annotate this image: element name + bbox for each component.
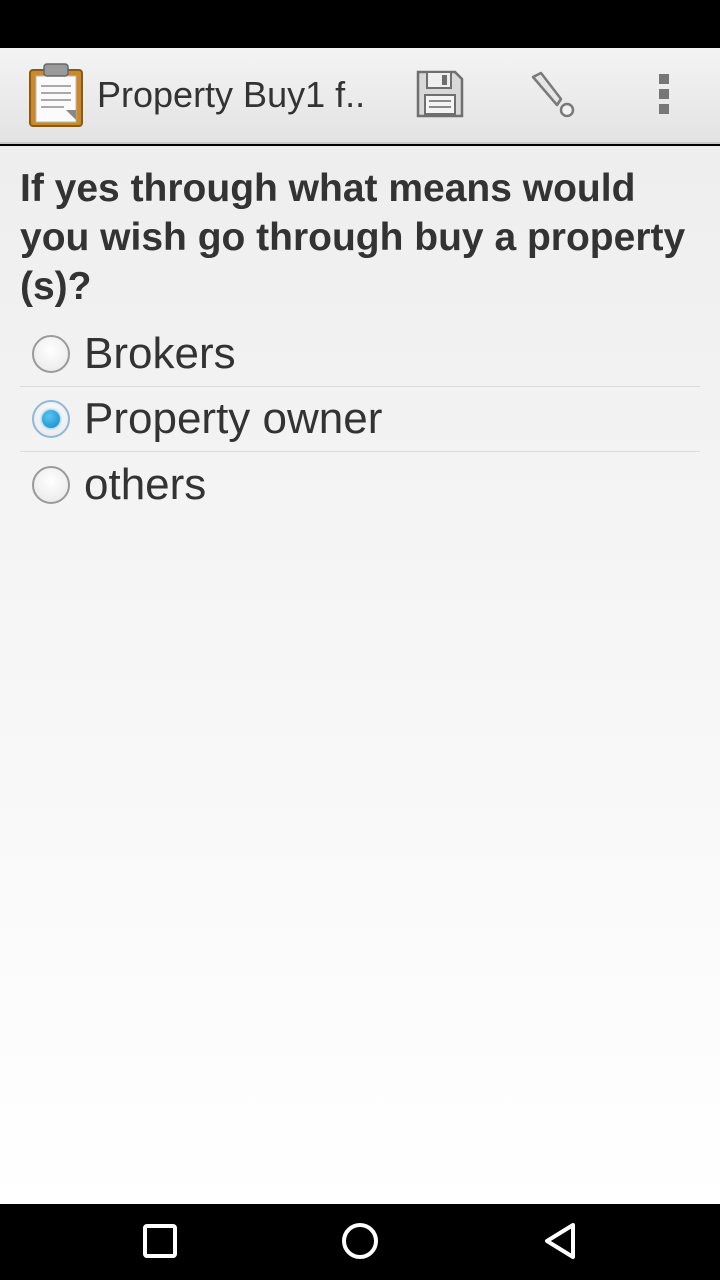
option-brokers[interactable]: Brokers — [20, 322, 700, 387]
back-button[interactable] — [530, 1218, 590, 1268]
option-property-owner[interactable]: Property owner — [20, 387, 700, 452]
option-label: others — [84, 459, 207, 509]
app-title: Property Buy1 f.. — [97, 74, 366, 115]
overflow-menu-icon — [657, 72, 671, 121]
back-icon — [541, 1221, 579, 1266]
home-icon — [340, 1221, 380, 1266]
recent-apps-icon — [142, 1223, 178, 1264]
clipboard-icon — [26, 62, 86, 128]
pen-go-to-icon — [527, 69, 577, 124]
save-button[interactable] — [408, 66, 472, 126]
radio-button[interactable] — [32, 335, 70, 373]
option-label: Property owner — [84, 394, 383, 443]
radio-group: Brokers Property owner others — [20, 322, 700, 517]
navigation-bar — [0, 1204, 720, 1280]
overflow-menu-button[interactable] — [632, 66, 696, 126]
radio-button[interactable] — [32, 465, 70, 504]
action-bar: Property Buy1 f.. — [0, 48, 720, 144]
status-bar — [0, 0, 720, 48]
go-to-button[interactable] — [520, 66, 584, 126]
question-text: If yes through what means would you wish… — [20, 167, 686, 308]
recent-apps-button[interactable] — [130, 1218, 190, 1268]
radio-button-checked[interactable] — [32, 400, 70, 438]
option-label: Brokers — [84, 329, 236, 378]
option-others[interactable]: others — [20, 452, 700, 517]
home-button[interactable] — [330, 1218, 390, 1268]
radio-selected-dot — [42, 410, 60, 428]
form-content: If yes through what means would you wish… — [0, 146, 720, 1204]
save-disk-icon — [415, 69, 465, 124]
